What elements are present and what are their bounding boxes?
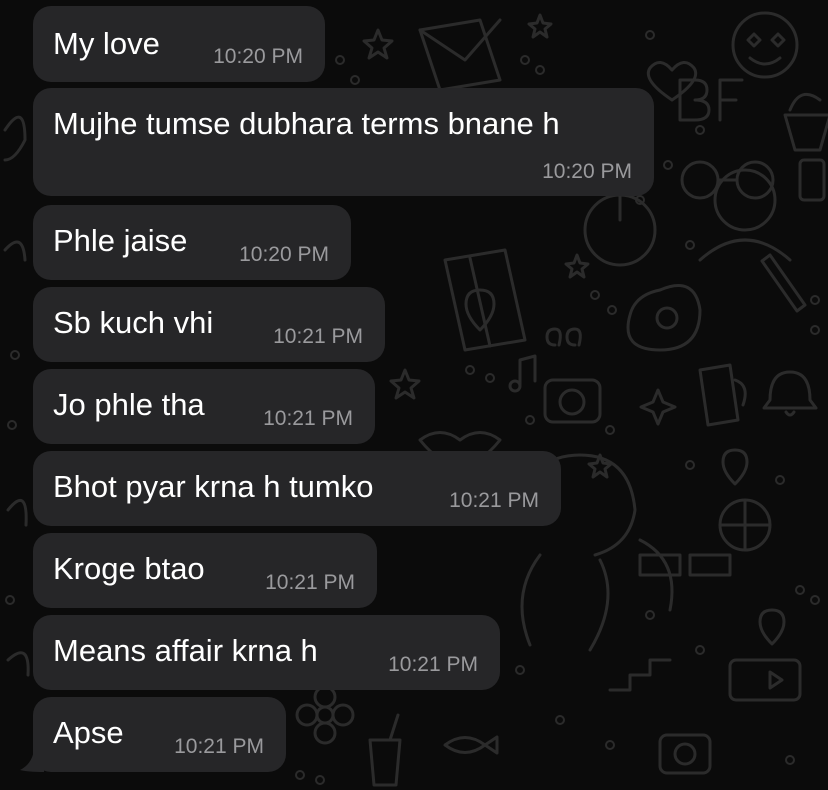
message-text: Sb kuch vhi bbox=[53, 305, 214, 340]
message-bubble[interactable]: Sb kuch vhi 10:21 PM bbox=[33, 287, 385, 362]
message-text: Kroge btao bbox=[53, 551, 205, 586]
message-timestamp: 10:21 PM bbox=[174, 735, 264, 758]
message-timestamp: 10:20 PM bbox=[542, 160, 632, 183]
message-text: Phle jaise bbox=[53, 223, 188, 258]
message-text: Means affair krna h bbox=[53, 633, 318, 668]
message-bubble[interactable]: Mujhe tumse dubhara terms bnane h 10:20 … bbox=[33, 88, 654, 196]
message-timestamp: 10:20 PM bbox=[239, 243, 329, 266]
message-timestamp: 10:21 PM bbox=[388, 653, 478, 676]
message-bubble[interactable]: Jo phle tha 10:21 PM bbox=[33, 369, 375, 444]
message-bubble[interactable]: Kroge btao 10:21 PM bbox=[33, 533, 377, 608]
message-bubble[interactable]: Apse 10:21 PM bbox=[33, 697, 286, 772]
message-timestamp: 10:21 PM bbox=[263, 407, 353, 430]
message-bubble[interactable]: Means affair krna h 10:21 PM bbox=[33, 615, 500, 690]
message-bubble[interactable]: Bhot pyar krna h tumko 10:21 PM bbox=[33, 451, 561, 526]
message-timestamp: 10:20 PM bbox=[213, 45, 303, 68]
message-text: Bhot pyar krna h tumko bbox=[53, 469, 374, 504]
bubble-tail-icon bbox=[20, 750, 44, 772]
message-bubble[interactable]: Phle jaise 10:20 PM bbox=[33, 205, 351, 280]
message-timestamp: 10:21 PM bbox=[273, 325, 363, 348]
message-text: My love bbox=[53, 26, 160, 61]
message-text: Apse bbox=[53, 715, 124, 750]
chat-message-list[interactable]: My love 10:20 PM Mujhe tumse dubhara ter… bbox=[0, 0, 828, 790]
message-text: Mujhe tumse dubhara terms bnane h bbox=[53, 106, 560, 141]
message-timestamp: 10:21 PM bbox=[265, 571, 355, 594]
message-text: Jo phle tha bbox=[53, 387, 205, 422]
message-bubble[interactable]: My love 10:20 PM bbox=[33, 6, 325, 82]
message-timestamp: 10:21 PM bbox=[449, 489, 539, 512]
